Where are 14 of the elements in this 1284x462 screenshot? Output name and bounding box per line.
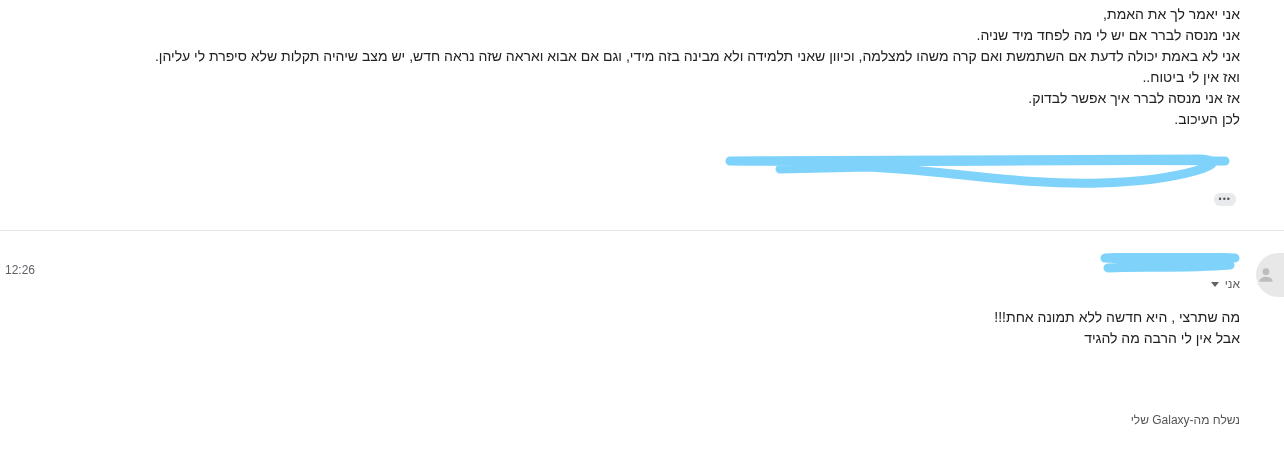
message-text: אבל אין לי הרבה מה להגיד — [1083, 329, 1240, 348]
message-text: אני יאמר לך את האמת, — [1103, 5, 1240, 24]
message-text: לכן העיכוב. — [1174, 110, 1240, 129]
person-icon — [1256, 265, 1276, 285]
message-text: אני לא באמת יכולה לדעת אם השתמשת ואם קרה משהו למצלמה, וכיוון שאני תלמידה ולא מבינה בזה מידי, וגם אם אבוא ואראה שזה נראה חדש, יש מצב שיהיה תקלות שלא סיפרת לי עליהן. — [154, 47, 1240, 66]
signature-text: נשלח מה-Galaxy שלי — [1130, 412, 1240, 429]
message-text: אני מנסה לברר אם יש לי מה לפחד מיד שניה. — [976, 26, 1240, 45]
dropdown-caret-icon[interactable] — [1210, 281, 1219, 287]
recipient-label: אני — [1224, 276, 1240, 293]
message-time: 12:26 — [4, 262, 36, 279]
message-text: ואז אין לי ביטוח.. — [1142, 68, 1240, 87]
message-text: אז אני מנסה לברר איך אפשר לבדוק. — [1028, 89, 1240, 108]
message-text: מה שתרצי , היא חדשה ללא תמונה אחת!!! — [994, 308, 1240, 327]
show-trimmed-button[interactable]: ••• — [1213, 193, 1236, 206]
